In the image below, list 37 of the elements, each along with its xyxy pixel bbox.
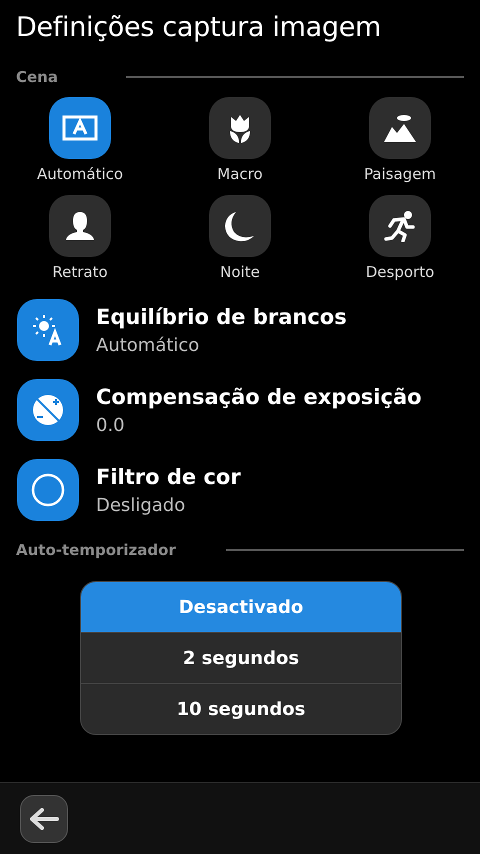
setting-title[interactable]: Compensação de exposição	[96, 384, 422, 408]
exposure-icon	[31, 393, 65, 427]
moon-icon	[224, 210, 256, 242]
setting-value: Desligado	[96, 494, 186, 516]
section-header: Auto-temporizador	[16, 541, 176, 559]
scene-label: Paisagem	[364, 165, 436, 183]
scene-label: Desporto	[366, 263, 434, 281]
person-icon	[65, 211, 95, 241]
scene-label: Automático	[36, 165, 124, 183]
setting-icon-tile[interactable]	[17, 299, 79, 361]
runner-icon	[384, 210, 416, 242]
scene-label: Noite	[220, 263, 260, 281]
setting-icon-tile[interactable]	[17, 459, 79, 521]
timer-option[interactable]: 10 segundos	[81, 683, 401, 734]
circle-icon	[31, 473, 65, 507]
scene-label: Retrato	[52, 263, 108, 281]
setting-value: 0.0	[96, 414, 126, 436]
setting-value: Automático	[96, 334, 200, 356]
setting-icon-tile[interactable]	[17, 379, 79, 441]
setting-title[interactable]: Equilíbrio de brancos	[96, 304, 347, 328]
setting-title[interactable]: Filtro de cor	[96, 464, 241, 488]
back-arrow-icon	[29, 806, 59, 830]
scene-button[interactable]	[209, 97, 271, 159]
scene-button[interactable]	[209, 195, 271, 257]
sun-icon	[32, 314, 64, 346]
scene-button[interactable]	[369, 195, 431, 257]
timer-option[interactable]: Desactivado	[81, 582, 401, 632]
scene-button[interactable]	[49, 195, 111, 257]
mountain-icon	[383, 113, 417, 143]
section-header: Cena	[16, 68, 58, 86]
timer-option[interactable]: 2 segundos	[81, 632, 401, 683]
auto-mode-icon	[62, 115, 98, 141]
back-button[interactable]	[20, 794, 68, 842]
scene-label: Macro	[217, 165, 263, 183]
page-title: Definições captura imagem	[15, 11, 382, 45]
scene-button[interactable]	[49, 97, 111, 159]
scene-button[interactable]	[369, 97, 431, 159]
